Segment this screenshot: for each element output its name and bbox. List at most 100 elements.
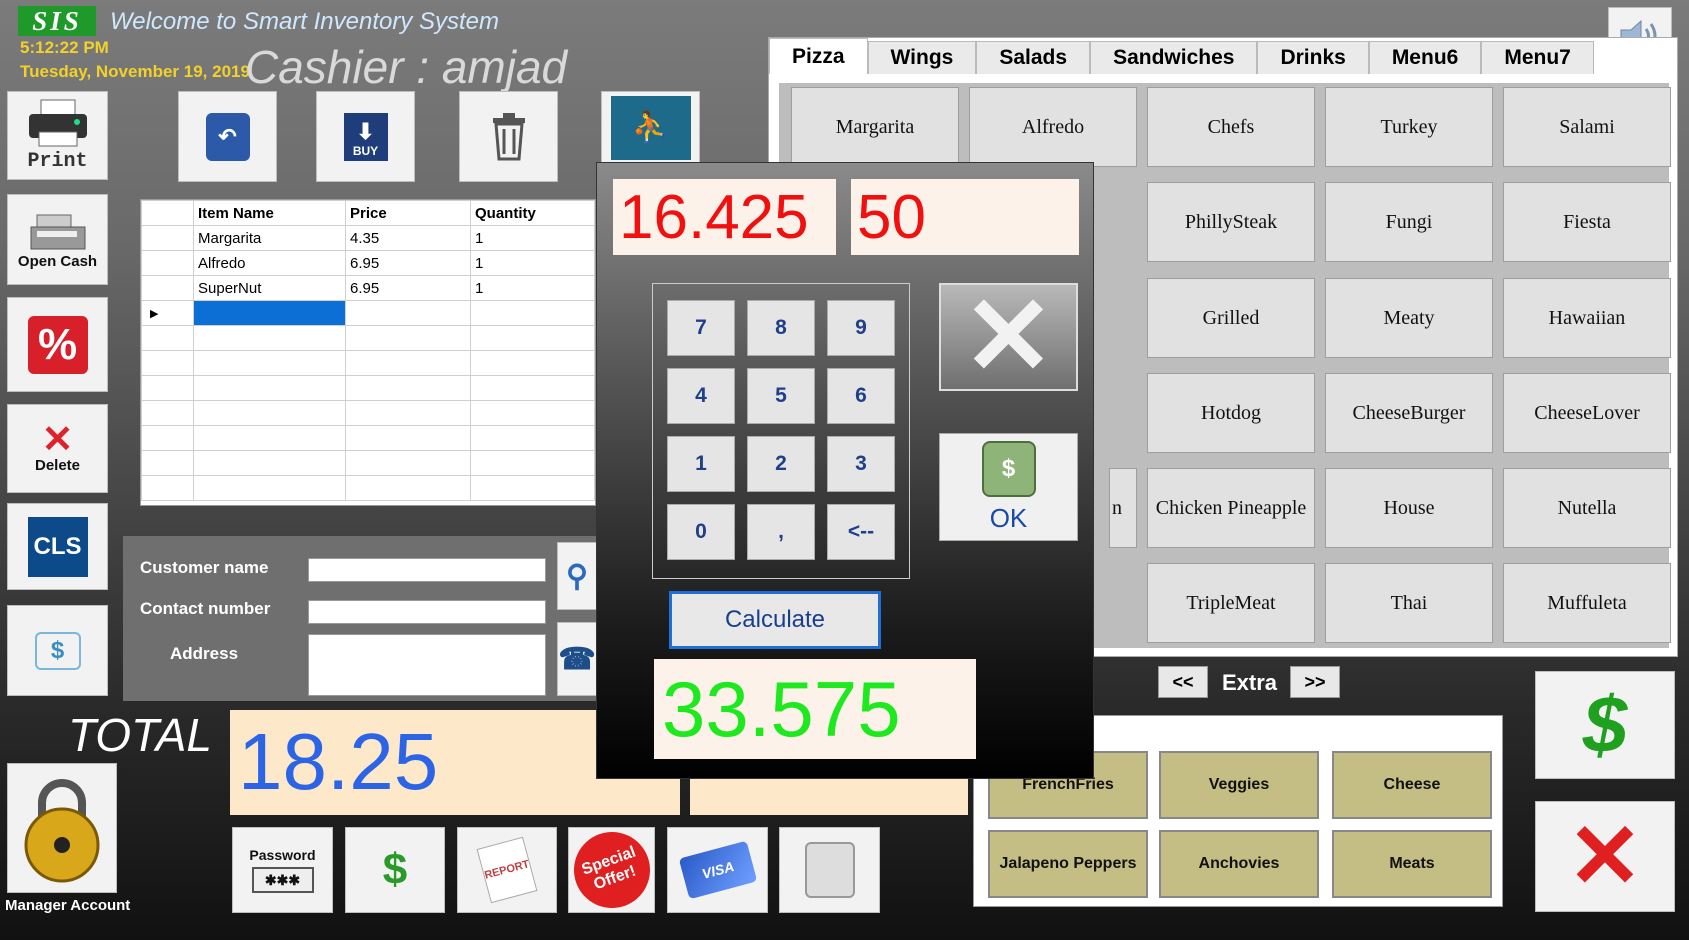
extra-item[interactable]: Cheese — [1332, 751, 1492, 819]
print-label: Print — [27, 150, 88, 173]
search-customer-button[interactable]: ⚲ — [557, 542, 597, 610]
discount-button[interactable]: % — [7, 297, 108, 392]
menu-item[interactable]: Margarita — [791, 87, 959, 167]
cell-qty[interactable]: 1 — [470, 225, 595, 251]
extra-item[interactable]: Jalapeno Peppers — [988, 830, 1148, 898]
report-button[interactable]: REPORT — [457, 827, 557, 913]
cancel-order-button[interactable]: ✕ — [1535, 801, 1675, 912]
menu-item[interactable]: Hawaiian — [1503, 278, 1671, 358]
payment-button[interactable]: $ — [345, 827, 445, 913]
cell-price[interactable]: 6.95 — [345, 250, 471, 276]
amount-paid-field[interactable]: 50 — [851, 179, 1079, 255]
pay-button[interactable]: $ — [1535, 671, 1675, 779]
menu-item[interactable]: Alfredo — [969, 87, 1137, 167]
menu-item[interactable]: PhillySteak — [1147, 182, 1315, 262]
menu-item[interactable]: TripleMeat — [1147, 563, 1315, 643]
contact-number-input[interactable] — [308, 600, 546, 624]
cell-qty[interactable]: 1 — [470, 250, 595, 276]
clear-screen-button[interactable]: CLS — [7, 503, 108, 590]
print-button[interactable]: Print — [7, 91, 108, 180]
cell-item[interactable]: Alfredo — [193, 250, 346, 276]
table-row[interactable]: SuperNut 6.95 1 — [141, 275, 595, 301]
table-row[interactable]: Margarita 4.35 1 — [141, 225, 595, 251]
password-label: Password — [249, 847, 316, 863]
col-quantity[interactable]: Quantity — [470, 200, 595, 226]
key-6[interactable]: 6 — [827, 368, 895, 424]
menu-item[interactable]: CheeseLover — [1503, 373, 1671, 453]
key-1[interactable]: 1 — [667, 436, 735, 492]
cell-item[interactable]: Margarita — [193, 225, 346, 251]
key-3[interactable]: 3 — [827, 436, 895, 492]
address-input[interactable] — [308, 634, 546, 696]
menu-item[interactable]: Chefs — [1147, 87, 1315, 167]
key-comma[interactable]: , — [747, 504, 815, 560]
manager-account-button[interactable] — [7, 763, 117, 893]
tab-drinks[interactable]: Drinks — [1257, 41, 1369, 74]
menu-item[interactable]: Turkey — [1325, 87, 1493, 167]
menu-item[interactable]: Meaty — [1325, 278, 1493, 358]
menu-item[interactable]: House — [1325, 468, 1493, 548]
trash-icon — [492, 112, 525, 160]
extra-item[interactable]: Veggies — [1159, 751, 1319, 819]
cell-item[interactable]: SuperNut — [193, 275, 346, 301]
cell-price[interactable]: 6.95 — [345, 275, 471, 301]
menu-item[interactable]: Hotdog — [1147, 373, 1315, 453]
buy-button[interactable]: ⬇ BUY — [316, 91, 415, 182]
menu-item[interactable]: Muffuleta — [1503, 563, 1671, 643]
menu-item[interactable]: Chicken Pineapple — [1147, 468, 1315, 548]
card-payment-button[interactable]: VISA — [667, 827, 768, 913]
cell-price[interactable]: 4.35 — [345, 225, 471, 251]
tab-wings[interactable]: Wings — [867, 41, 977, 74]
cell-selected[interactable] — [193, 300, 346, 326]
trash-button[interactable] — [459, 91, 558, 182]
key-8[interactable]: 8 — [747, 300, 815, 356]
cell-qty[interactable]: 1 — [470, 275, 595, 301]
key-4[interactable]: 4 — [667, 368, 735, 424]
tables-button[interactable]: ⛹ — [601, 91, 700, 164]
tab-menu7[interactable]: Menu7 — [1481, 41, 1594, 74]
phone-button[interactable]: ☎ — [557, 622, 597, 696]
ok-button[interactable]: $ OK — [939, 433, 1078, 541]
extras-next-button[interactable]: >> — [1290, 666, 1340, 698]
special-offer-button[interactable]: Special Offer! — [562, 821, 661, 919]
key-2[interactable]: 2 — [747, 436, 815, 492]
receipt-printer-button[interactable] — [779, 827, 880, 913]
key-5[interactable]: 5 — [747, 368, 815, 424]
delete-button[interactable]: ✕ Delete — [7, 404, 108, 493]
calculate-button[interactable]: Calculate — [669, 591, 881, 649]
extras-prev-button[interactable]: << — [1158, 666, 1208, 698]
menu-item[interactable]: Nutella — [1503, 468, 1671, 548]
key-9[interactable]: 9 — [827, 300, 895, 356]
menu-item[interactable]: Fungi — [1325, 182, 1493, 262]
key-0[interactable]: 0 — [667, 504, 735, 560]
table-row[interactable]: Alfredo 6.95 1 — [141, 250, 595, 276]
password-button[interactable]: Password ✱✱✱ — [232, 827, 333, 913]
menu-item[interactable]: Salami — [1503, 87, 1671, 167]
close-dialog-button[interactable]: ✕ — [939, 282, 1078, 392]
menu-item[interactable]: Fiesta — [1503, 182, 1671, 262]
address-label: Address — [170, 644, 239, 663]
menu-item[interactable]: CheeseBurger — [1325, 373, 1493, 453]
return-button[interactable]: ↶ — [178, 91, 277, 182]
key-backspace[interactable]: <-- — [827, 504, 895, 560]
menu-item[interactable]: Thai — [1325, 563, 1493, 643]
col-item-name[interactable]: Item Name — [193, 200, 346, 226]
extra-item[interactable]: Anchovies — [1159, 830, 1319, 898]
category-tabs: Pizza Wings Salads Sandwiches Drinks Men… — [769, 38, 1594, 74]
menu-item[interactable]: Grilled — [1147, 278, 1315, 358]
customer-name-input[interactable] — [308, 558, 546, 582]
col-price[interactable]: Price — [345, 200, 471, 226]
amount-due-field[interactable]: 16.425 — [613, 179, 836, 255]
clock-date: Tuesday, November 19, 2019 — [20, 62, 250, 81]
menu-item-partial[interactable]: n — [1109, 468, 1137, 548]
new-row[interactable]: ▶ — [141, 300, 595, 326]
extra-item[interactable]: Meats — [1332, 830, 1492, 898]
open-cash-button[interactable]: Open Cash — [7, 194, 108, 285]
order-grid[interactable]: Item Name Price Quantity Margarita 4.35 … — [140, 199, 596, 506]
tab-salads[interactable]: Salads — [976, 41, 1091, 74]
tab-menu6[interactable]: Menu6 — [1368, 41, 1482, 74]
tab-pizza[interactable]: Pizza — [769, 38, 868, 74]
key-7[interactable]: 7 — [667, 300, 735, 356]
tab-sandwiches[interactable]: Sandwiches — [1090, 41, 1258, 74]
currency-button[interactable]: $ — [7, 605, 108, 696]
